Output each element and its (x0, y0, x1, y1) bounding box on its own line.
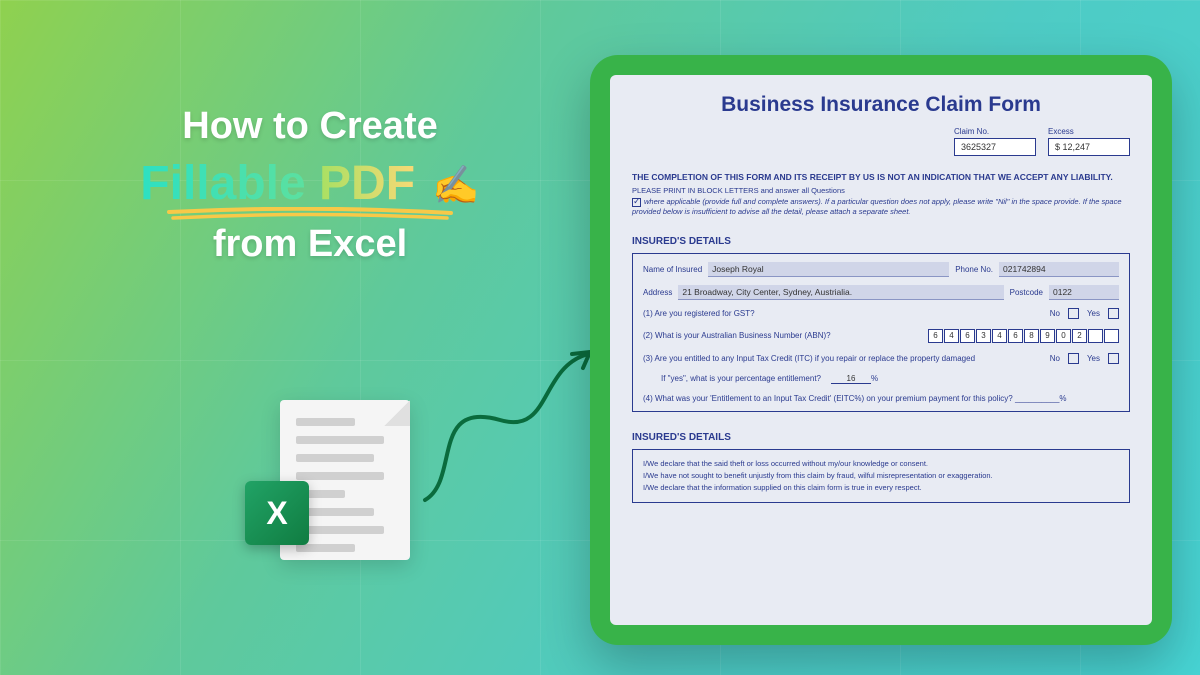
insured-details-box: Name of Insured Joseph Royal Phone No. 0… (632, 253, 1130, 412)
declaration-2: I/We have not sought to benefit unjustly… (643, 470, 1119, 482)
title-line-2: Fillable PDF ✍️ (140, 156, 479, 211)
q4-text: (4) What was your 'Entitlement to an Inp… (643, 394, 1119, 403)
title-line-3: from Excel (90, 223, 530, 266)
section-header-declaration: INSURED'S DETAILS (632, 432, 1130, 443)
instruction-2: where applicable (provide full and compl… (632, 197, 1130, 216)
pdf-form-content: Business Insurance Claim Form Claim No. … (610, 75, 1152, 625)
pdf-form-card: Business Insurance Claim Form Claim No. … (590, 55, 1172, 645)
abn-boxes[interactable]: 6463468902 (928, 329, 1119, 343)
title-block: How to Create Fillable PDF ✍️ from Excel (90, 105, 530, 266)
section-header-insured: INSURED'S DETAILS (632, 236, 1130, 247)
excel-letter: X (266, 495, 287, 532)
claim-no-input[interactable]: 3625327 (954, 138, 1036, 156)
postcode-input[interactable]: 0122 (1049, 285, 1119, 300)
q2-text: (2) What is your Australian Business Num… (643, 331, 928, 340)
name-input[interactable]: Joseph Royal (708, 262, 949, 277)
name-label: Name of Insured (643, 265, 702, 274)
yes-label-1: Yes (1087, 309, 1100, 318)
excess-label: Excess (1048, 127, 1130, 136)
instruction-bold: THE COMPLETION OF THIS FORM AND ITS RECE… (632, 172, 1130, 182)
phone-label: Phone No. (955, 265, 993, 274)
q3-percentage-input[interactable]: 16 (831, 374, 871, 384)
declaration-3: I/We declare that the information suppli… (643, 482, 1119, 494)
arrow-icon (400, 340, 600, 520)
address-label: Address (643, 288, 672, 297)
writing-hand-icon: ✍️ (432, 165, 479, 207)
q3-no-checkbox[interactable] (1068, 353, 1079, 364)
title-fillable: Fillable (140, 157, 305, 210)
q1-no-checkbox[interactable] (1068, 308, 1079, 319)
title-pdf: PDF (319, 157, 415, 210)
declaration-box: I/We declare that the said theft or loss… (632, 449, 1130, 503)
declaration-1: I/We declare that the said theft or loss… (643, 458, 1119, 470)
excess-input[interactable]: $ 12,247 (1048, 138, 1130, 156)
excel-document-illustration: X (280, 400, 410, 560)
postcode-label: Postcode (1010, 288, 1043, 297)
q3b-text: If "yes", what is your percentage entitl… (661, 374, 821, 383)
no-label-1: No (1050, 309, 1060, 318)
top-fields-row: Claim No. 3625327 Excess $ 12,247 (632, 127, 1130, 156)
address-input[interactable]: 21 Broadway, City Center, Sydney, Austri… (678, 285, 1003, 300)
excel-icon: X (245, 481, 309, 545)
checkmark-icon (632, 198, 641, 207)
q1-yes-checkbox[interactable] (1108, 308, 1119, 319)
yes-label-3: Yes (1087, 354, 1100, 363)
form-title: Business Insurance Claim Form (632, 93, 1130, 117)
q3-text: (3) Are you entitled to any Input Tax Cr… (643, 354, 1050, 363)
title-line-1: How to Create (90, 105, 530, 148)
no-label-3: No (1050, 354, 1060, 363)
q1-text: (1) Are you registered for GST? (643, 309, 1050, 318)
q3-yes-checkbox[interactable] (1108, 353, 1119, 364)
instruction-1: PLEASE PRINT IN BLOCK LETTERS and answer… (632, 186, 1130, 195)
underline-decoration (165, 207, 455, 221)
claim-no-label: Claim No. (954, 127, 1036, 136)
phone-input[interactable]: 021742894 (999, 262, 1119, 277)
